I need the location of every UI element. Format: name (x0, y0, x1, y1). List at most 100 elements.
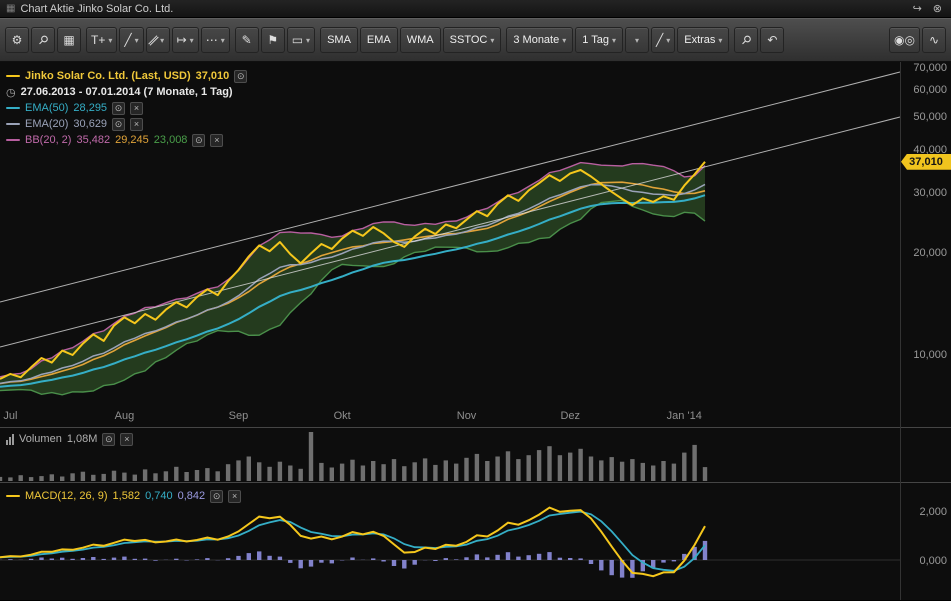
macd-histogram-bar (81, 558, 85, 560)
interval-select-button[interactable]: 1 Tag▾ (575, 27, 623, 53)
scale-select-button[interactable]: ╱▾ (651, 27, 675, 53)
layout-grid-icon: ▦ (63, 33, 74, 47)
chart-settings-button[interactable]: ⚙ (5, 27, 29, 53)
ema50-remove-button[interactable]: × (130, 102, 143, 115)
volume-bar (371, 461, 375, 481)
detach-window-icon[interactable]: ↪ (910, 2, 925, 15)
volume-bar (153, 473, 157, 481)
volume-bar (350, 460, 354, 481)
channel-tool-button[interactable]: ∥▾ (146, 27, 170, 53)
zoom-tool-button[interactable]: ⚲ (31, 27, 55, 53)
shape-tool-button[interactable]: ▭▾ (287, 27, 315, 53)
volume-value: 1,08M (67, 433, 98, 445)
chart-area: Jinko Solar Co. Ltd. (Last, USD) 37,010 … (0, 62, 951, 601)
volume-remove-button[interactable]: × (120, 433, 133, 446)
macd-histogram-bar (558, 558, 562, 560)
undo-button[interactable]: ↶ (760, 27, 784, 53)
legend-bb-row: BB(20, 2) 35,482 29,245 23,008 ⊙ × (6, 132, 247, 148)
volume-bar (475, 454, 479, 481)
trendline[interactable] (0, 117, 900, 347)
chevron-down-icon: ▾ (666, 36, 670, 45)
legend-ema50-row: EMA(50) 28,295 ⊙ × (6, 100, 247, 116)
macd-histogram-bar (485, 557, 489, 560)
titlebar[interactable]: ▦ Chart Aktie Jinko Solar Co. Ltd. ↪ ⊗ (0, 0, 951, 18)
volume-bar (340, 464, 344, 481)
macd-histogram-bar (381, 560, 385, 562)
macd-histogram-bar (236, 556, 240, 560)
macd-histogram-bar (247, 553, 251, 560)
sma-button[interactable]: SMA (320, 27, 358, 53)
compare-button[interactable]: ◉◎ (889, 27, 920, 53)
levels-tool-icon: ⋯ (206, 33, 218, 47)
sstoc-button[interactable]: SSTOC▾ (443, 27, 502, 53)
price-visibility-toggle[interactable]: ⊙ (234, 70, 247, 83)
macd-histogram-bar (299, 560, 303, 568)
ema20-visibility-toggle[interactable]: ⊙ (112, 118, 125, 131)
volume-bar (423, 458, 427, 481)
volume-chart[interactable] (0, 428, 951, 482)
range-select-label: 3 Monate (513, 34, 559, 46)
wma-button[interactable]: WMA (400, 27, 441, 53)
ema50-visibility-toggle[interactable]: ⊙ (112, 102, 125, 115)
toolbar-group-indicators: SMA EMA WMASSTOC▾ (320, 27, 501, 53)
volume-bar (402, 466, 406, 481)
bb-remove-button[interactable]: × (210, 134, 223, 147)
layout-grid-button[interactable]: ▦ (57, 27, 81, 53)
volume-bar (319, 463, 323, 481)
macd-visibility-toggle[interactable]: ⊙ (210, 490, 223, 503)
volume-bar (599, 460, 603, 481)
channel-tool-icon: ∥ (147, 33, 161, 47)
macd-histogram-bar (371, 558, 375, 560)
macd-histogram-bar (610, 560, 614, 575)
x-axis-month-label: Aug (115, 410, 135, 422)
bb-visibility-toggle[interactable]: ⊙ (192, 134, 205, 147)
macd-histogram-bar (267, 556, 271, 560)
volume-bar (133, 475, 137, 481)
instrument-last-value: 37,010 (196, 70, 230, 82)
macd-histogram-bar (506, 552, 510, 560)
volume-bar (444, 460, 448, 481)
bb-band-fill (0, 163, 705, 395)
volume-bar (568, 453, 572, 481)
chart-style-button[interactable]: ▾ (625, 27, 649, 53)
volume-bar (143, 469, 147, 481)
macd-histogram-bar (91, 557, 95, 560)
volume-bar (651, 466, 655, 482)
toolbar-group-view: ⚙⚲ ▦ (5, 27, 81, 53)
volume-bar (392, 459, 396, 481)
volume-bar (91, 475, 95, 481)
macd-histogram-bar (153, 560, 157, 561)
volume-bar (247, 457, 251, 482)
ema20-remove-button[interactable]: × (130, 118, 143, 131)
volume-bar (81, 472, 85, 481)
volume-visibility-toggle[interactable]: ⊙ (102, 433, 115, 446)
shape-tool-icon: ▭ (292, 33, 303, 47)
macd-remove-button[interactable]: × (228, 490, 241, 503)
volume-legend: Volumen 1,08M ⊙ × (6, 431, 133, 447)
macd-histogram-bar (392, 560, 396, 566)
price-series-swatch (6, 75, 20, 77)
volume-bar (620, 462, 624, 481)
levels-tool-button[interactable]: ⋯▾ (201, 27, 230, 53)
volume-bar (70, 473, 74, 481)
text-tool-button[interactable]: T+▾ (86, 27, 117, 53)
toolbar-group-window-tools: ◉◎∿ (889, 27, 946, 53)
x-axis-month-label: Sep (229, 410, 249, 422)
macd-histogram-bar (516, 557, 520, 560)
macd-histogram-bar (319, 560, 323, 563)
ema-button[interactable]: EMA (360, 27, 398, 53)
bb-label: BB(20, 2) (25, 134, 71, 146)
volume-bar (578, 449, 582, 481)
macd-histogram-bar (102, 559, 106, 560)
mini-chart-button[interactable]: ∿ (922, 27, 946, 53)
macd-histogram-bar (70, 559, 74, 560)
ema-label: EMA (367, 34, 391, 46)
freehand-tool-button[interactable]: ✎ (235, 27, 259, 53)
close-window-icon[interactable]: ⊗ (930, 2, 945, 15)
extras-button[interactable]: Extras▾ (677, 27, 729, 53)
flag-tool-button[interactable]: ⚑ (261, 27, 285, 53)
zoom-in-button[interactable]: ⚲ (734, 27, 758, 53)
retracement-tool-button[interactable]: ↦▾ (172, 27, 199, 53)
trendline-tool-button[interactable]: ╱▾ (119, 27, 143, 53)
range-select-button[interactable]: 3 Monate▾ (506, 27, 573, 53)
